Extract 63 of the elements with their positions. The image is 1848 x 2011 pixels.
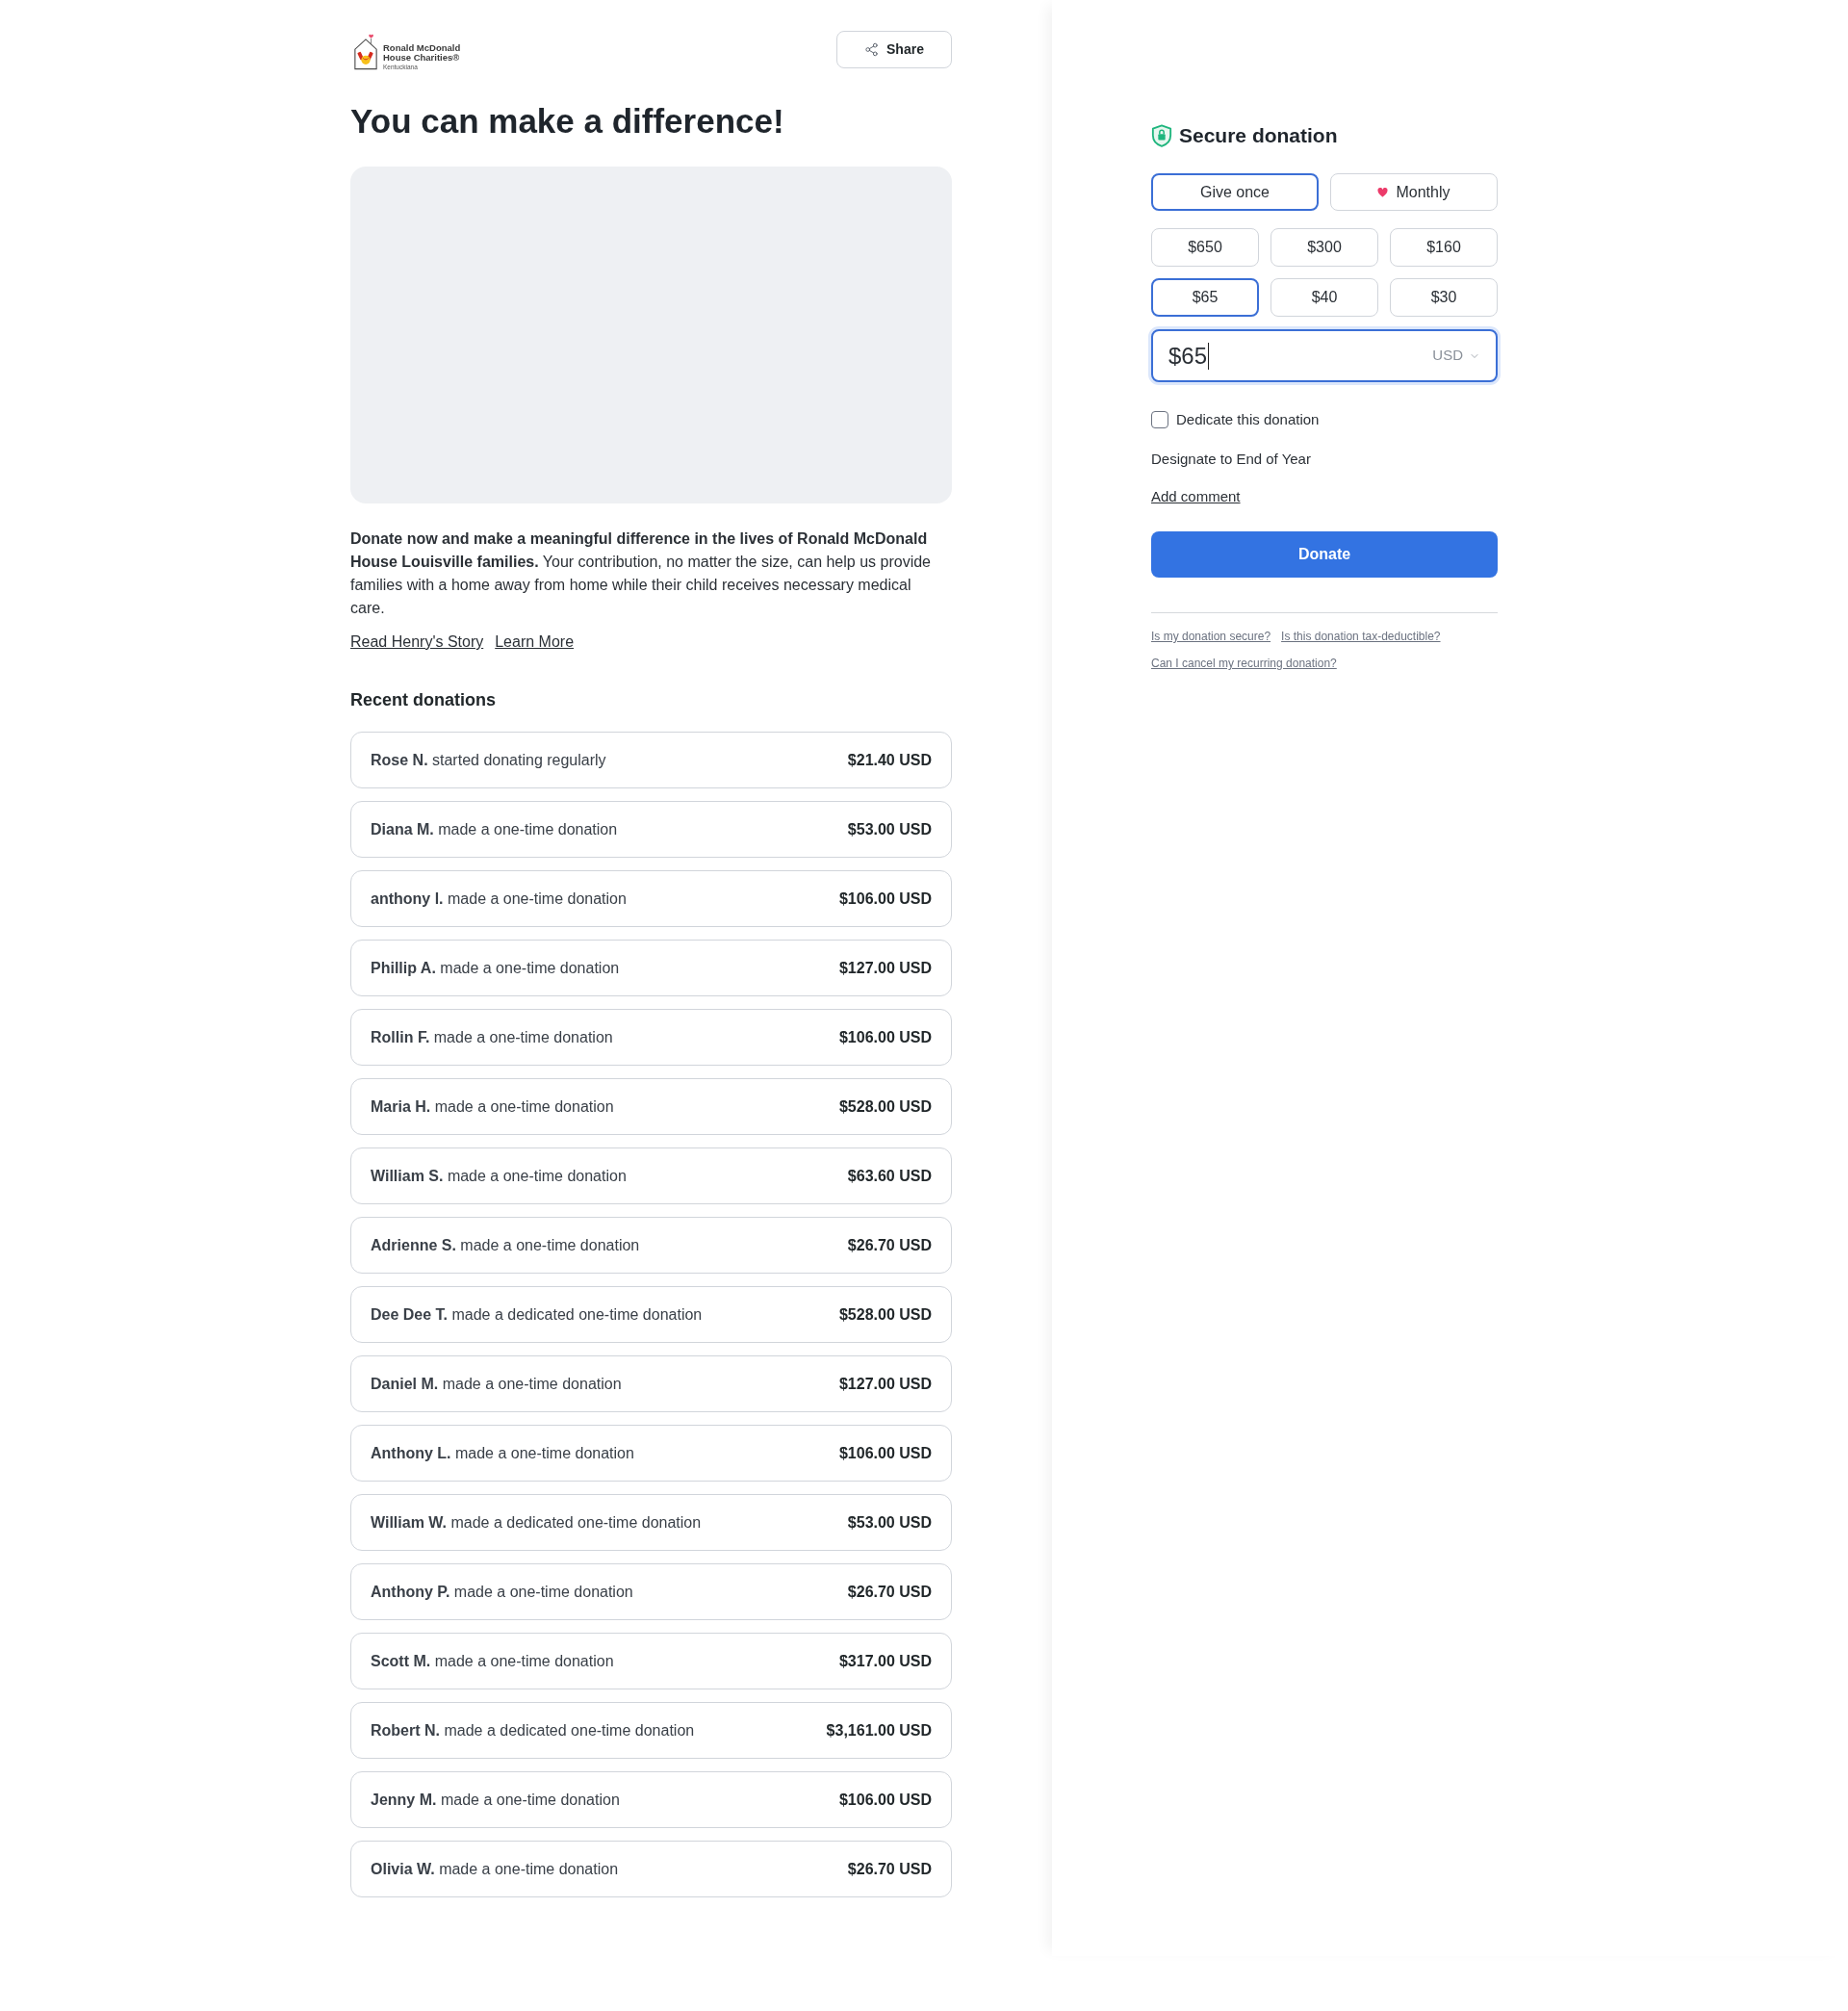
donation-text: Rollin F. made a one-time donation [371,1027,613,1047]
page-title: You can make a difference! [350,101,785,142]
donation-amount: $53.00 USD [847,819,932,839]
logo-text: Ronald McDonald [383,43,461,53]
donation-amount: $26.70 USD [847,1859,932,1879]
share-button[interactable]: Share [836,31,952,68]
donation-text: Anthony L. made a one-time donation [371,1443,634,1463]
checkbox-label: Dedicate this donation [1176,409,1320,429]
donation-amount: $63.60 USD [847,1166,932,1186]
donation-amount: $127.00 USD [838,1374,932,1394]
donation-text: Daniel M. made a one-time donation [371,1374,622,1394]
shield-lock-icon [1151,124,1172,147]
donation-amount: $106.00 USD [838,1790,932,1810]
donation-text: Maria H. made a one-time donation [371,1096,614,1117]
frequency-tab[interactable]: Monthly [1330,173,1498,211]
amount-option[interactable]: $160 [1390,228,1498,267]
text-link[interactable]: Learn More [495,631,575,654]
donation-amount: $26.70 USD [847,1235,932,1255]
donation-amount: $53.00 USD [847,1512,932,1533]
faq-link[interactable]: Is this donation tax-deductible? [1281,628,1441,645]
donation-amount: $106.00 USD [838,889,932,909]
donation-text: Anthony P. made a one-time donation [371,1582,633,1602]
donation-text: Jenny M. made a one-time donation [371,1790,620,1810]
amount-option[interactable]: $65 [1151,278,1259,317]
share-icon [864,42,880,57]
amount-option[interactable]: $40 [1270,278,1378,317]
text-link[interactable]: Read Henry's Story [350,631,484,654]
frequency-tab[interactable]: Give once [1151,173,1319,211]
donation-text: anthony l. made a one-time donation [371,889,627,909]
donation-text: Robert N. made a dedicated one-time donation [371,1720,695,1740]
donation-text: Diana M. made a one-time donation [371,819,618,839]
amount-option[interactable]: $650 [1151,228,1259,267]
amount-field[interactable]: $65 USD [1151,329,1498,382]
donate-button[interactable]: Donate [1151,531,1498,578]
donation-amount: $317.00 USD [838,1651,932,1671]
donation-amount: $106.00 USD [838,1443,932,1463]
donation-amount: $528.00 USD [838,1096,932,1117]
donation-text: Phillip A. made a one-time donation [371,958,620,978]
donation-text: William W. made a dedicated one-time donation [371,1512,702,1533]
donation-amount: $26.70 USD [847,1582,932,1602]
donation-amount: $3,161.00 USD [826,1720,932,1740]
section-heading: Recent donations [350,689,497,711]
donation-text: Rose N. started donating regularly [371,750,606,770]
amount-option[interactable]: $30 [1390,278,1498,317]
faq-link[interactable]: Is my donation secure? [1151,628,1271,645]
donation-text: Olivia W. made a one-time donation [371,1859,619,1879]
add-comment-link[interactable]: Add comment [1151,485,1241,508]
faq-link[interactable]: Can I cancel my recurring donation? [1151,655,1337,672]
donation-text: William S. made a one-time donation [371,1166,627,1186]
panel-title: Secure donation [1179,123,1338,148]
donation-text: Scott M. made a one-time donation [371,1651,614,1671]
donation-amount: $21.40 USD [847,750,932,770]
designation-text: Designate to End of Year [1151,450,1311,469]
donation-text: Adrienne S. made a one-time donation [371,1235,640,1255]
amount-option[interactable]: $300 [1270,228,1378,267]
donation-amount: $528.00 USD [838,1304,932,1325]
checkbox[interactable] [1151,411,1168,428]
donation-amount: $106.00 USD [838,1027,932,1047]
donation-text: Dee Dee T. made a dedicated one-time donation [371,1304,703,1325]
donation-amount: $127.00 USD [838,958,932,978]
logo-text: House Charities® [383,53,461,63]
heart-icon [1377,187,1389,197]
description-text: Donate now and make a meaningful difference in the lives of Ronald McDonald House Louisville families. Your contribution, no matter the size, can help us provide families with a home away from home while their child receives necessary medical care. [350,529,932,618]
